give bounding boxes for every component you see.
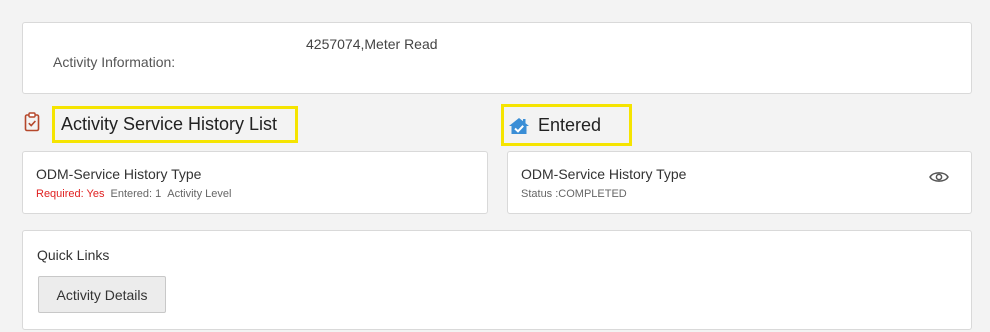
service-history-list-title-text: Activity Service History List — [61, 114, 278, 134]
entered-title-text: Entered — [538, 114, 602, 135]
service-history-item-title: ODM-Service History Type — [36, 166, 202, 182]
entered-title: Entered — [501, 104, 632, 146]
activity-information-card: Activity Information: 4257074,Meter Read — [22, 22, 972, 94]
entered-count-label: Entered: 1 — [110, 188, 162, 200]
required-label: Required: Yes — [36, 188, 105, 200]
activity-level-label: Activity Level — [167, 188, 232, 200]
activity-information-label: Activity Information: — [53, 54, 176, 70]
activity-details-button[interactable]: Activity Details — [38, 276, 166, 313]
entered-item-status: Status :COMPLETED — [521, 188, 627, 200]
entered-header: Entered — [501, 104, 632, 146]
clipboard-check-icon — [24, 112, 40, 137]
entered-item-title: ODM-Service History Type — [521, 166, 687, 182]
quick-links-card: Quick Links Activity Details — [22, 230, 972, 330]
service-history-list-header: Activity Service History List — [24, 106, 298, 143]
entered-item[interactable]: ODM-Service History Type Status :COMPLET… — [507, 151, 972, 214]
service-history-item-meta: Required: Yes Entered: 1 Activity Level — [36, 188, 231, 200]
home-check-icon — [508, 117, 530, 140]
activity-information-value: 4257074,Meter Read — [306, 36, 438, 52]
service-history-list-title: Activity Service History List — [52, 106, 298, 143]
quick-links-title: Quick Links — [37, 247, 110, 263]
service-history-list-item[interactable]: ODM-Service History Type Required: Yes En… — [22, 151, 488, 214]
eye-icon[interactable] — [929, 170, 949, 189]
